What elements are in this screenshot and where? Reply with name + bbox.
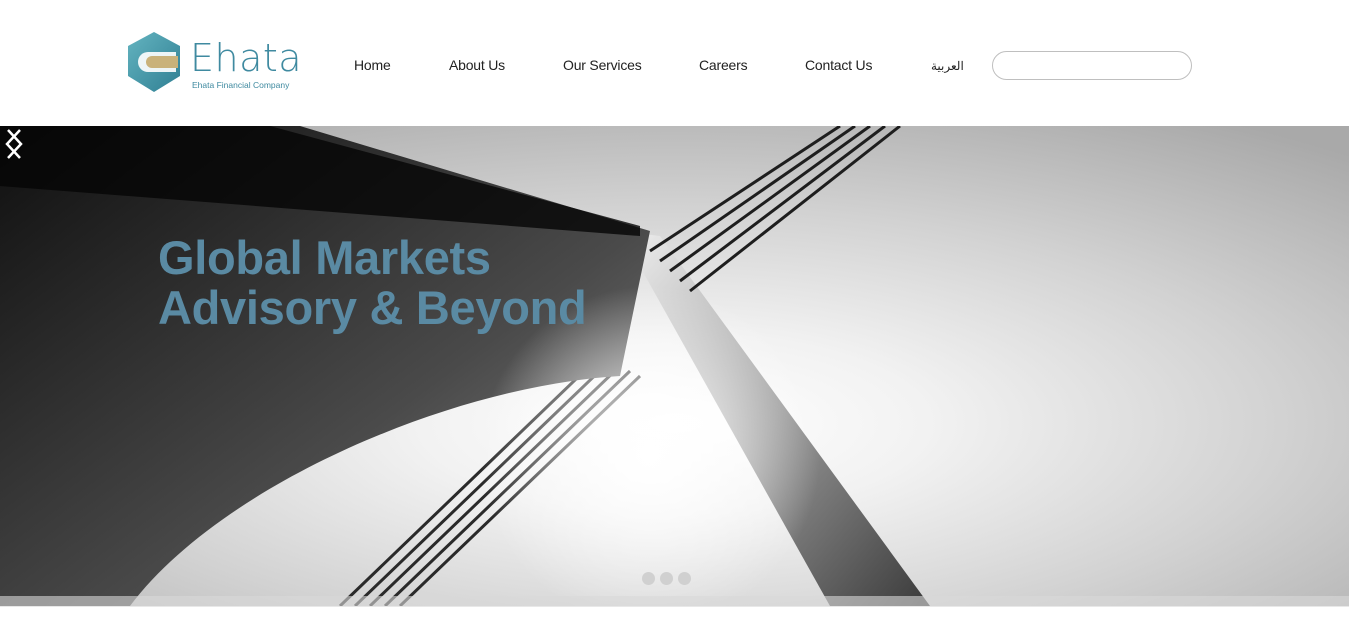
nav-contact-us[interactable]: Contact Us (805, 57, 872, 73)
slide-dot-1[interactable] (642, 572, 655, 585)
site-header: Ehata Ehata Financial Company Home About… (0, 0, 1349, 126)
nav-about-us[interactable]: About Us (449, 57, 505, 73)
brand-tagline: Ehata Financial Company (192, 80, 290, 90)
divider (0, 606, 1349, 607)
slide-dot-3[interactable] (678, 572, 691, 585)
search-input[interactable] (992, 51, 1192, 80)
hero-bridge-image (0, 126, 1349, 606)
chevron-right-icon[interactable] (0, 126, 28, 162)
slide-dot-2[interactable] (660, 572, 673, 585)
nav-language-arabic[interactable]: العربية (931, 59, 964, 73)
brand-logo[interactable]: Ehata Ehata Financial Company (124, 30, 304, 96)
hero-title-line-2: Advisory & Beyond (158, 281, 587, 334)
nav-our-services[interactable]: Our Services (563, 57, 642, 73)
nav-home[interactable]: Home (354, 57, 391, 73)
brand-wordmark: Ehata (190, 36, 303, 80)
logo-mark-icon (128, 32, 180, 92)
nav-careers[interactable]: Careers (699, 57, 748, 73)
hero-title-line-1: Global Markets (158, 231, 491, 284)
hero-title: Global Markets Advisory & Beyond (158, 231, 587, 334)
hero-slideshow: Global Markets Advisory & Beyond (0, 126, 1349, 606)
